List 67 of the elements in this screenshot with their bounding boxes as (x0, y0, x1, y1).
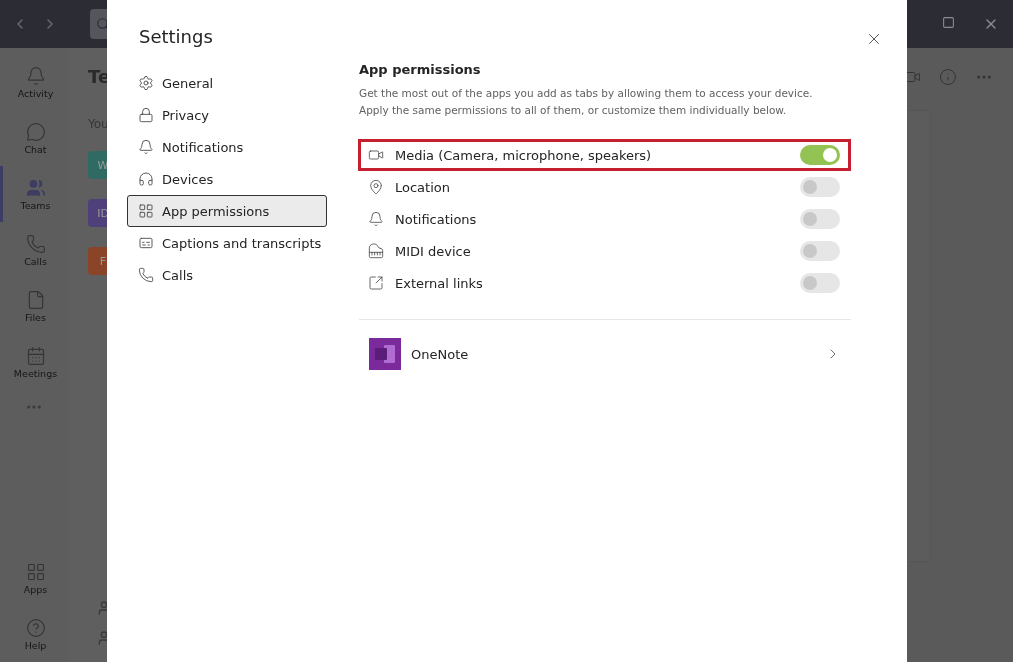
section-description: Get the most out of the apps you add as tabs by allowing them to access your device. Apply the same permissions to all of them, or customize them individually below. (359, 86, 814, 118)
rail-label: Activity (17, 87, 54, 99)
settings-nav-item[interactable]: Privacy (127, 99, 327, 131)
rail-label: Teams (20, 199, 51, 211)
dialog-title: Settings (139, 26, 214, 47)
rail-label: Files (25, 311, 46, 323)
settings-nav-item[interactable]: Captions and transcripts (127, 227, 327, 259)
nav-label: Devices (162, 171, 214, 187)
toggle-switch[interactable] (800, 177, 840, 197)
toggle-switch[interactable] (800, 241, 840, 261)
permission-label: MIDI device (395, 243, 472, 259)
chat-bubble-icon (25, 121, 46, 142)
nav-label: Calls (162, 267, 194, 283)
external-link-icon (368, 275, 384, 291)
rail-label: Apps (23, 583, 48, 595)
people-icon (25, 177, 46, 198)
calendar-icon (25, 345, 46, 366)
rail-item[interactable]: Chat (0, 110, 68, 166)
settings-nav-item[interactable]: Calls (127, 259, 327, 291)
settings-nav-item[interactable]: Devices (127, 163, 327, 195)
piano-keys-icon (368, 243, 384, 259)
app-name: OneNote (411, 346, 470, 362)
toggle-switch[interactable] (800, 273, 840, 293)
nav-label: Notifications (162, 139, 244, 155)
permission-label: Location (395, 179, 451, 195)
rail-label: Help (24, 639, 47, 651)
settings-icon (138, 75, 154, 91)
captions-icon (138, 235, 154, 251)
settings-nav-item[interactable]: General (127, 67, 327, 99)
app-logo-icon (369, 338, 401, 370)
rail-item[interactable]: Activity (0, 54, 68, 110)
bell-icon (25, 65, 46, 86)
rail-item[interactable]: Help (0, 606, 68, 662)
phone-icon (138, 267, 154, 283)
permission-label: Media (Camera, microphone, speakers) (395, 147, 653, 163)
rail-label: Chat (24, 143, 47, 155)
search-icon (96, 17, 110, 31)
help-icon (25, 617, 46, 638)
toggle-switch[interactable] (800, 209, 840, 229)
info-icon[interactable] (939, 68, 957, 86)
rail-item[interactable]: Calls (0, 222, 68, 278)
headset-icon (138, 171, 154, 187)
nav-label: Captions and transcripts (162, 235, 322, 251)
nav-label: App permissions (162, 203, 270, 219)
grid-icon (25, 561, 46, 582)
settings-nav-item[interactable]: App permissions (127, 195, 327, 227)
grid-icon (138, 203, 154, 219)
nav-label: General (162, 75, 214, 91)
bell-icon (368, 211, 384, 227)
rail-label: Meetings (13, 367, 58, 379)
toggle-switch[interactable] (800, 145, 840, 165)
bell-icon (138, 139, 154, 155)
rail-item[interactable]: Meetings (0, 334, 68, 390)
permission-label: External links (395, 275, 484, 291)
maximize-icon[interactable] (942, 16, 955, 29)
rail-item[interactable]: Apps (0, 550, 68, 606)
location-pin-icon (368, 179, 384, 195)
settings-nav-item[interactable]: Notifications (127, 131, 327, 163)
nav-label: Privacy (162, 107, 210, 123)
video-camera-icon (368, 147, 384, 163)
lock-icon (138, 107, 154, 123)
permission-label: Notifications (395, 211, 478, 227)
section-title: App permissions (359, 62, 482, 77)
phone-icon (25, 233, 46, 254)
app-row[interactable]: OneNote (359, 320, 851, 370)
rail-label: Calls (24, 255, 47, 267)
rail-item[interactable]: Files (0, 278, 68, 334)
